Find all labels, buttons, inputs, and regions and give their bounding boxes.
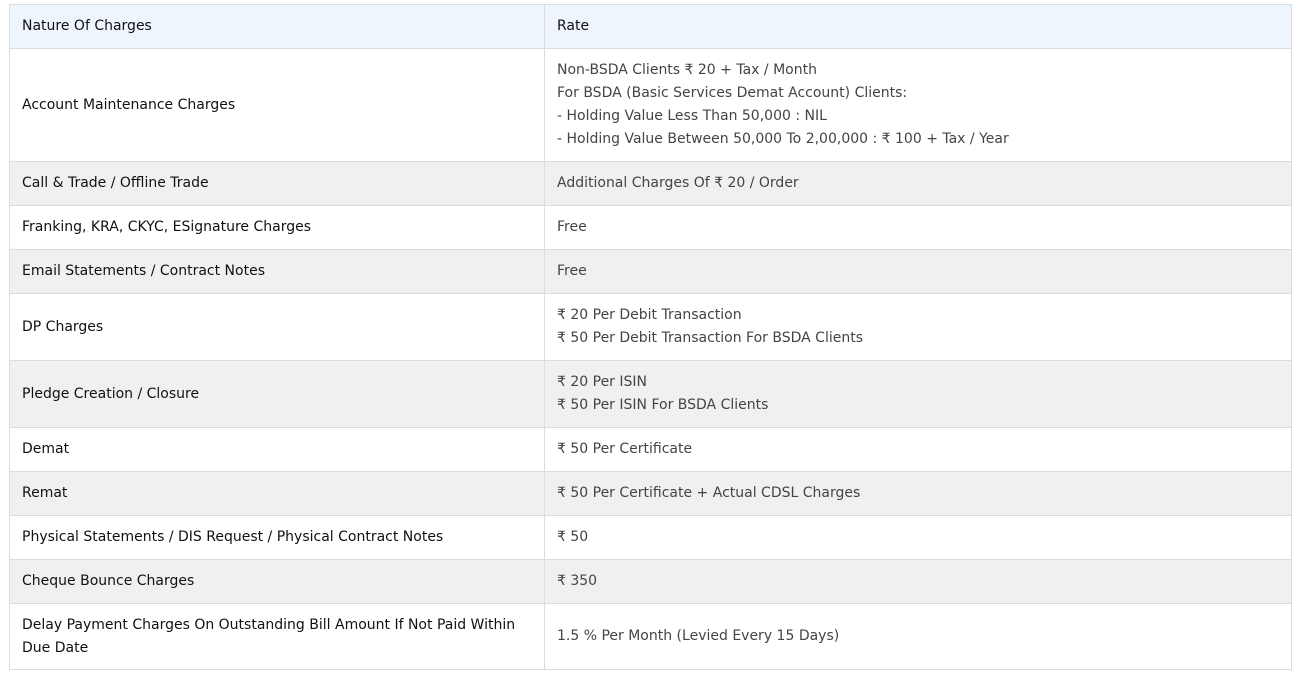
charge-rate: Free — [544, 249, 1292, 294]
charge-name: Physical Statements / DIS Request / Phys… — [9, 515, 545, 560]
rate-line: ₹ 50 Per Certificate — [557, 441, 693, 457]
charge-rate: ₹ 50 Per Certificate + Actual CDSL Charg… — [544, 471, 1292, 516]
charge-name: Email Statements / Contract Notes — [9, 249, 545, 294]
charge-rate: Additional Charges Of ₹ 20 / Order — [544, 161, 1292, 206]
rate-line: ₹ 20 Per ISIN — [557, 374, 648, 390]
table-row: Franking, KRA, CKYC, ESignature Charges … — [9, 205, 1292, 250]
charge-rate: Non-BSDA Clients ₹ 20 + Tax / Month For … — [544, 48, 1292, 162]
rate-line: ₹ 50 Per Debit Transaction For BSDA Clie… — [557, 330, 863, 346]
rate-line: - Holding Value Between 50,000 To 2,00,0… — [557, 131, 1009, 147]
table-row: DP Charges ₹ 20 Per Debit Transaction ₹ … — [9, 293, 1292, 361]
rate-line: - Holding Value Less Than 50,000 : NIL — [557, 108, 827, 124]
table-row: Email Statements / Contract Notes Free — [9, 249, 1292, 294]
charge-rate: ₹ 20 Per ISIN ₹ 50 Per ISIN For BSDA Cli… — [544, 360, 1292, 428]
charge-rate: ₹ 20 Per Debit Transaction ₹ 50 Per Debi… — [544, 293, 1292, 361]
charge-rate: 1.5 % Per Month (Levied Every 15 Days) — [544, 603, 1292, 670]
charge-rate: Free — [544, 205, 1292, 250]
charge-name: Remat — [9, 471, 545, 516]
rate-line: Additional Charges Of ₹ 20 / Order — [557, 175, 799, 191]
table-row: Physical Statements / DIS Request / Phys… — [9, 515, 1292, 560]
rate-line: ₹ 50 — [557, 529, 589, 545]
header-rate: Rate — [544, 4, 1292, 49]
rate-line: ₹ 350 — [557, 573, 598, 589]
rate-line: ₹ 20 Per Debit Transaction — [557, 307, 742, 323]
rate-line: Free — [557, 263, 587, 279]
table-header-row: Nature Of Charges Rate — [9, 4, 1292, 49]
table-row: Account Maintenance Charges Non-BSDA Cli… — [9, 48, 1292, 162]
charge-name: Cheque Bounce Charges — [9, 559, 545, 604]
rate-line: For BSDA (Basic Services Demat Account) … — [557, 85, 908, 101]
rate-line: Free — [557, 219, 587, 235]
charge-name: Call & Trade / Offline Trade — [9, 161, 545, 206]
charge-name: Delay Payment Charges On Outstanding Bil… — [9, 603, 545, 670]
table-row: Cheque Bounce Charges ₹ 350 — [9, 559, 1292, 604]
charge-rate: ₹ 350 — [544, 559, 1292, 604]
table-row: Demat ₹ 50 Per Certificate — [9, 427, 1292, 472]
charge-rate: ₹ 50 Per Certificate — [544, 427, 1292, 472]
charges-table-container: Nature Of Charges Rate Account Maintenan… — [9, 4, 1292, 670]
header-nature-of-charges: Nature Of Charges — [9, 4, 545, 49]
charges-table: Nature Of Charges Rate Account Maintenan… — [9, 4, 1292, 670]
rate-line: ₹ 50 Per ISIN For BSDA Clients — [557, 397, 769, 413]
table-row: Remat ₹ 50 Per Certificate + Actual CDSL… — [9, 471, 1292, 516]
table-row: Call & Trade / Offline Trade Additional … — [9, 161, 1292, 206]
table-row: Delay Payment Charges On Outstanding Bil… — [9, 603, 1292, 670]
rate-line: ₹ 50 Per Certificate + Actual CDSL Charg… — [557, 485, 861, 501]
table-row: Pledge Creation / Closure ₹ 20 Per ISIN … — [9, 360, 1292, 428]
charge-name: Franking, KRA, CKYC, ESignature Charges — [9, 205, 545, 250]
rate-line: 1.5 % Per Month (Levied Every 15 Days) — [557, 628, 840, 644]
charge-name: DP Charges — [9, 293, 545, 361]
charge-name: Account Maintenance Charges — [9, 48, 545, 162]
charge-rate: ₹ 50 — [544, 515, 1292, 560]
rate-line: Non-BSDA Clients ₹ 20 + Tax / Month — [557, 62, 817, 78]
charge-name: Pledge Creation / Closure — [9, 360, 545, 428]
charge-name: Demat — [9, 427, 545, 472]
